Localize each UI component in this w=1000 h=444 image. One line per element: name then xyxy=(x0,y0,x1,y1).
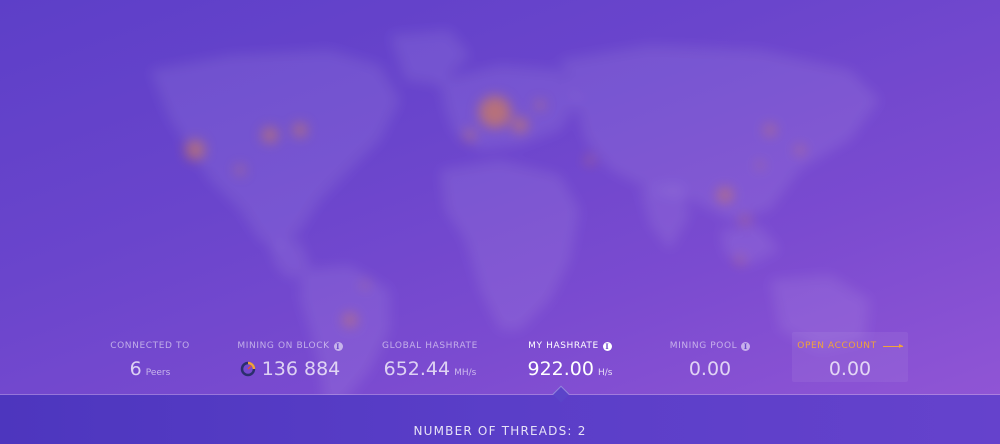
threads-label: NUMBER OF THREADS: 2 xyxy=(413,424,587,438)
my-hashrate-value: 922.00 xyxy=(527,358,594,380)
gauge-icon xyxy=(240,361,255,377)
block-value: 136 884 xyxy=(261,358,341,380)
global-hashrate-value: 652.44 xyxy=(383,358,451,380)
global-hashrate-label: GLOBAL HASHRATE xyxy=(382,341,478,351)
open-account-value: 0.00 xyxy=(828,358,872,380)
open-account-button[interactable]: OPEN ACCOUNT 0.00 xyxy=(792,332,908,382)
stat-label: MINING ON BLOCK i xyxy=(232,340,348,352)
connected-label: CONNECTED TO xyxy=(110,341,190,351)
global-hashrate-unit: MH/s xyxy=(454,368,477,378)
open-account-label: OPEN ACCOUNT xyxy=(797,341,877,351)
stat-label: GLOBAL HASHRATE xyxy=(372,340,488,352)
stat-value: 922.00 H/s xyxy=(512,358,628,380)
stat-value: 0.00 xyxy=(792,358,908,380)
info-icon[interactable]: i xyxy=(602,341,612,351)
connected-value: 6 xyxy=(129,358,142,380)
stats-bar: CONNECTED TO 6 Peers MINING ON BLOCK i 1… xyxy=(0,330,1000,394)
stat-value: 136 884 xyxy=(232,358,348,380)
stat-label: MY HASHRATE i xyxy=(512,340,628,352)
stat-my-hashrate[interactable]: MY HASHRATE i 922.00 H/s xyxy=(512,330,628,394)
stat-value: 652.44 MH/s xyxy=(372,358,488,380)
block-label: MINING ON BLOCK xyxy=(237,341,330,351)
mining-pool-label: MINING POOL xyxy=(669,341,738,351)
mining-pool-value: 0.00 xyxy=(688,358,732,380)
stat-label: CONNECTED TO xyxy=(92,340,208,352)
info-icon[interactable]: i xyxy=(741,341,751,351)
stat-label: OPEN ACCOUNT xyxy=(792,340,908,352)
my-hashrate-label: MY HASHRATE xyxy=(528,341,599,351)
my-hashrate-unit: H/s xyxy=(597,368,613,378)
stat-value: 0.00 xyxy=(652,358,768,380)
arrow-right-icon xyxy=(882,343,903,348)
stat-value: 6 Peers xyxy=(92,358,208,380)
connected-unit: Peers xyxy=(145,368,171,378)
stat-label: MINING POOL i xyxy=(652,340,768,352)
stat-mining-block: MINING ON BLOCK i 136 884 xyxy=(232,330,348,394)
stat-mining-pool: MINING POOL i 0.00 xyxy=(652,330,768,394)
stat-connected: CONNECTED TO 6 Peers xyxy=(92,330,208,394)
divider xyxy=(0,394,1000,395)
stat-global-hashrate: GLOBAL HASHRATE 652.44 MH/s xyxy=(372,330,488,394)
info-icon[interactable]: i xyxy=(333,341,343,351)
